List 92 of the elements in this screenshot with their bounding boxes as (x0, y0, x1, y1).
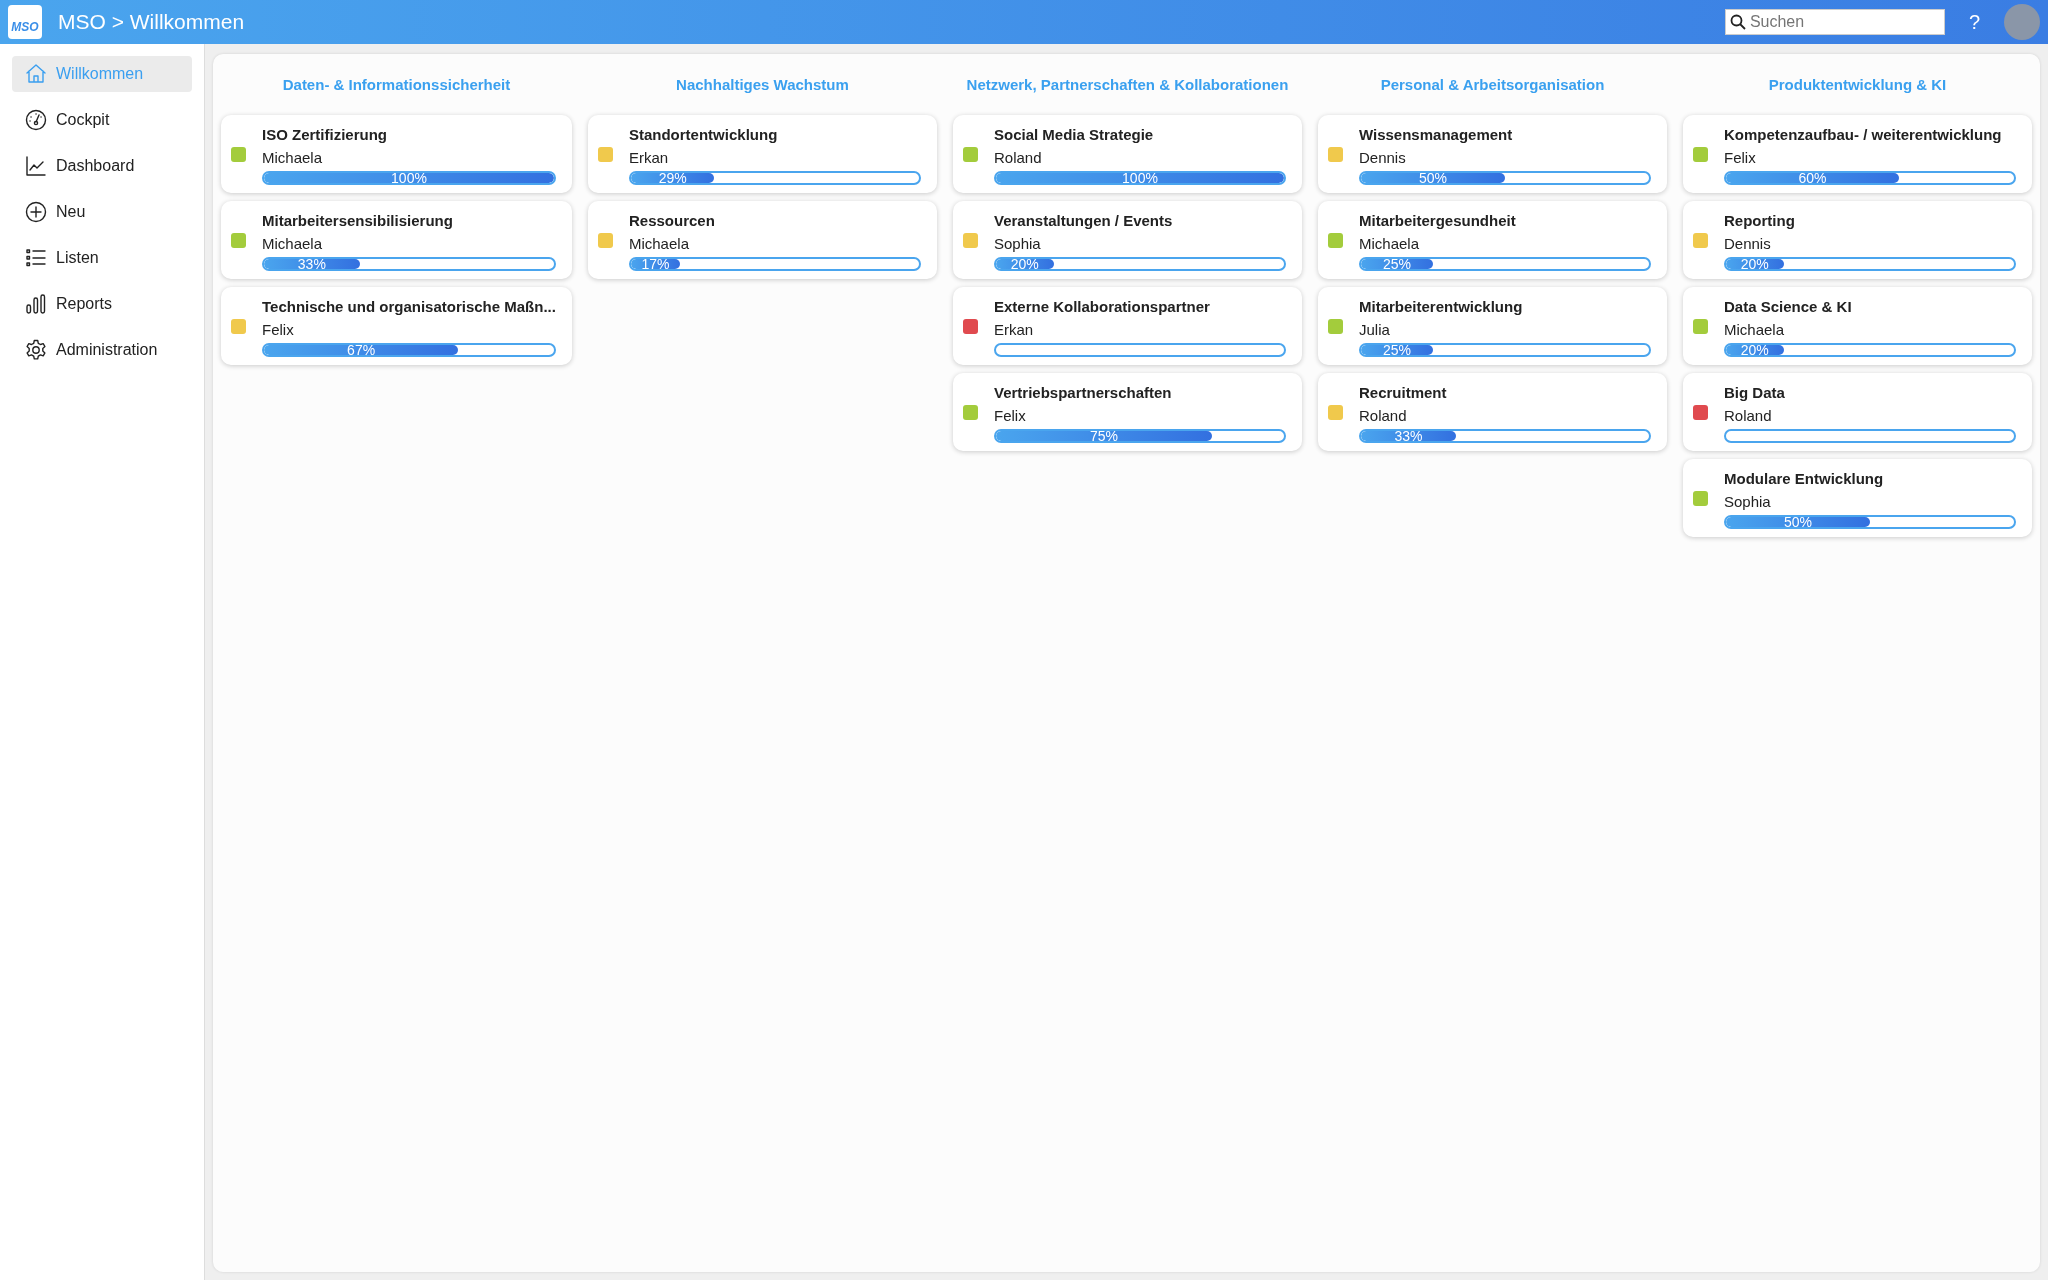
task-card[interactable]: Technische und organisatorische Maßn... Felix 67% (221, 286, 572, 365)
card-title: Mitarbeitergesundheit (1359, 211, 1517, 231)
card-title: Technische und organisatorische Maßn... (262, 297, 556, 317)
card-title: Social Media Strategie (993, 125, 1155, 145)
card-owner: Michaela (1724, 319, 1786, 340)
task-card[interactable]: Standortentwicklung Erkan 29% (587, 114, 937, 193)
progress-fill: 100% (995, 173, 1284, 183)
search-field[interactable]: Suchen (1724, 9, 1945, 35)
task-card[interactable]: Mitarbeiterentwicklung Julia 25% (1318, 286, 1667, 365)
card-owner: Sophia (1724, 491, 1772, 512)
logo: MSO (8, 5, 42, 39)
progress-fill: 33% (264, 259, 360, 269)
card-owner: Dennis (1724, 233, 1772, 254)
progress-fill: 20% (1726, 259, 1784, 269)
card-title: Recruitment (1359, 383, 1448, 403)
card-title: Standortentwicklung (628, 125, 779, 145)
card-title: Externe Kollaborationspartner (993, 297, 1211, 317)
help-button[interactable]: ? (1968, 7, 1980, 37)
bar-chart-icon (24, 292, 48, 316)
column-title: Nachhaltiges Wachstum (675, 75, 850, 95)
breadcrumb-title: MSO > Willkommen (58, 9, 245, 36)
card-owner: Felix (262, 319, 295, 340)
task-card[interactable]: Recruitment Roland 33% (1318, 372, 1667, 451)
column-title: Personal & Arbeitsorganisation (1379, 75, 1606, 95)
card-owner: Michaela (628, 233, 690, 254)
sidebar-item[interactable]: Reports (12, 286, 192, 322)
sidebar-item[interactable]: Administration (12, 332, 192, 368)
progress-fill: 50% (1726, 517, 1870, 527)
card-owner: Roland (1359, 405, 1408, 426)
progress-fill: 33% (1361, 431, 1456, 441)
task-card[interactable]: Data Science & KI Michaela 20% (1683, 286, 2032, 365)
progress-fill: 60% (1726, 173, 1899, 183)
task-card[interactable]: Modulare Entwicklung Sophia 50% (1683, 458, 2032, 537)
task-card[interactable]: Social Media Strategie Roland 100% (952, 114, 1302, 193)
progress-fill: 75% (995, 431, 1212, 441)
progress-fill: 100% (264, 173, 554, 183)
progress-fill: 17% (630, 259, 680, 269)
sidebar-item[interactable]: Dashboard (12, 148, 192, 184)
progress-fill: 25% (1361, 345, 1433, 355)
card-owner: Roland (993, 147, 1043, 168)
card-title: Vertriebspartnerschaften (993, 383, 1173, 403)
plus-circle-icon (24, 200, 48, 224)
task-card[interactable]: Externe Kollaborationspartner Erkan (952, 286, 1302, 365)
card-title: ISO Zertifizierung (262, 125, 388, 145)
card-title: Kompetenzaufbau- / weiterentwicklung (1724, 125, 2003, 145)
task-card[interactable]: Reporting Dennis 20% (1683, 200, 2032, 279)
progress-fill: 29% (630, 173, 715, 183)
card-title: Mitarbeiterentwicklung (1359, 297, 1524, 317)
card-owner: Dennis (1359, 147, 1407, 168)
line-chart-icon (24, 154, 48, 178)
card-title: Data Science & KI (1724, 297, 1853, 317)
card-title: Veranstaltungen / Events (993, 211, 1174, 231)
card-title: Wissensmanagement (1359, 125, 1514, 145)
card-owner: Erkan (628, 147, 670, 168)
sidebar-item[interactable]: Cockpit (12, 102, 192, 138)
task-card[interactable]: Ressourcen Michaela 17% (587, 200, 937, 279)
task-card[interactable]: ISO Zertifizierung Michaela 100% (221, 114, 572, 193)
task-card[interactable]: Big Data Roland (1683, 372, 2032, 451)
card-owner: Sophia (993, 233, 1042, 254)
progress-fill: 50% (1361, 173, 1505, 183)
card-owner: Felix (993, 405, 1027, 426)
card-owner: Michaela (262, 147, 324, 168)
progress-fill: 67% (264, 345, 459, 355)
card-title: Ressourcen (628, 211, 716, 231)
column-title: Netzwerk, Partnerschaften & Kollaborationen (965, 75, 1290, 95)
user-avatar[interactable] (2004, 4, 2040, 40)
task-card[interactable]: Vertriebspartnerschaften Felix 75% (952, 372, 1302, 451)
task-card[interactable]: Wissensmanagement Dennis 50% (1318, 114, 1667, 193)
card-title: Mitarbeitersensibilisierung (262, 211, 454, 231)
sidebar-item[interactable]: Listen (12, 240, 192, 276)
gauge-icon (24, 108, 48, 132)
task-card[interactable]: Mitarbeitergesundheit Michaela 25% (1318, 200, 1667, 279)
card-title: Modulare Entwicklung (1724, 469, 1885, 489)
card-title: Reporting (1724, 211, 1796, 231)
progress-fill: 25% (1361, 259, 1433, 269)
card-owner: Roland (1724, 405, 1773, 426)
progress-fill: 20% (995, 259, 1054, 269)
card-owner: Erkan (993, 319, 1035, 340)
column-title: Daten- & Informationssicherheit (281, 75, 512, 95)
card-owner: Michaela (1359, 233, 1420, 254)
card-owner: Julia (1359, 319, 1391, 340)
card-owner: Felix (1724, 147, 1757, 168)
sidebar-item[interactable]: Neu (12, 194, 192, 230)
settings-icon (24, 338, 48, 362)
card-title: Big Data (1724, 383, 1786, 403)
task-card[interactable]: Mitarbeitersensibilisierung Michaela 33% (221, 200, 572, 279)
task-card[interactable]: Veranstaltungen / Events Sophia 20% (952, 200, 1302, 279)
card-owner: Michaela (262, 233, 324, 254)
task-card[interactable]: Kompetenzaufbau- / weiterentwicklung Felix 60% (1683, 114, 2032, 193)
progress-fill: 20% (1726, 345, 1784, 355)
home-icon (24, 62, 48, 86)
column-title: Produktentwicklung & KI (1767, 75, 1948, 95)
